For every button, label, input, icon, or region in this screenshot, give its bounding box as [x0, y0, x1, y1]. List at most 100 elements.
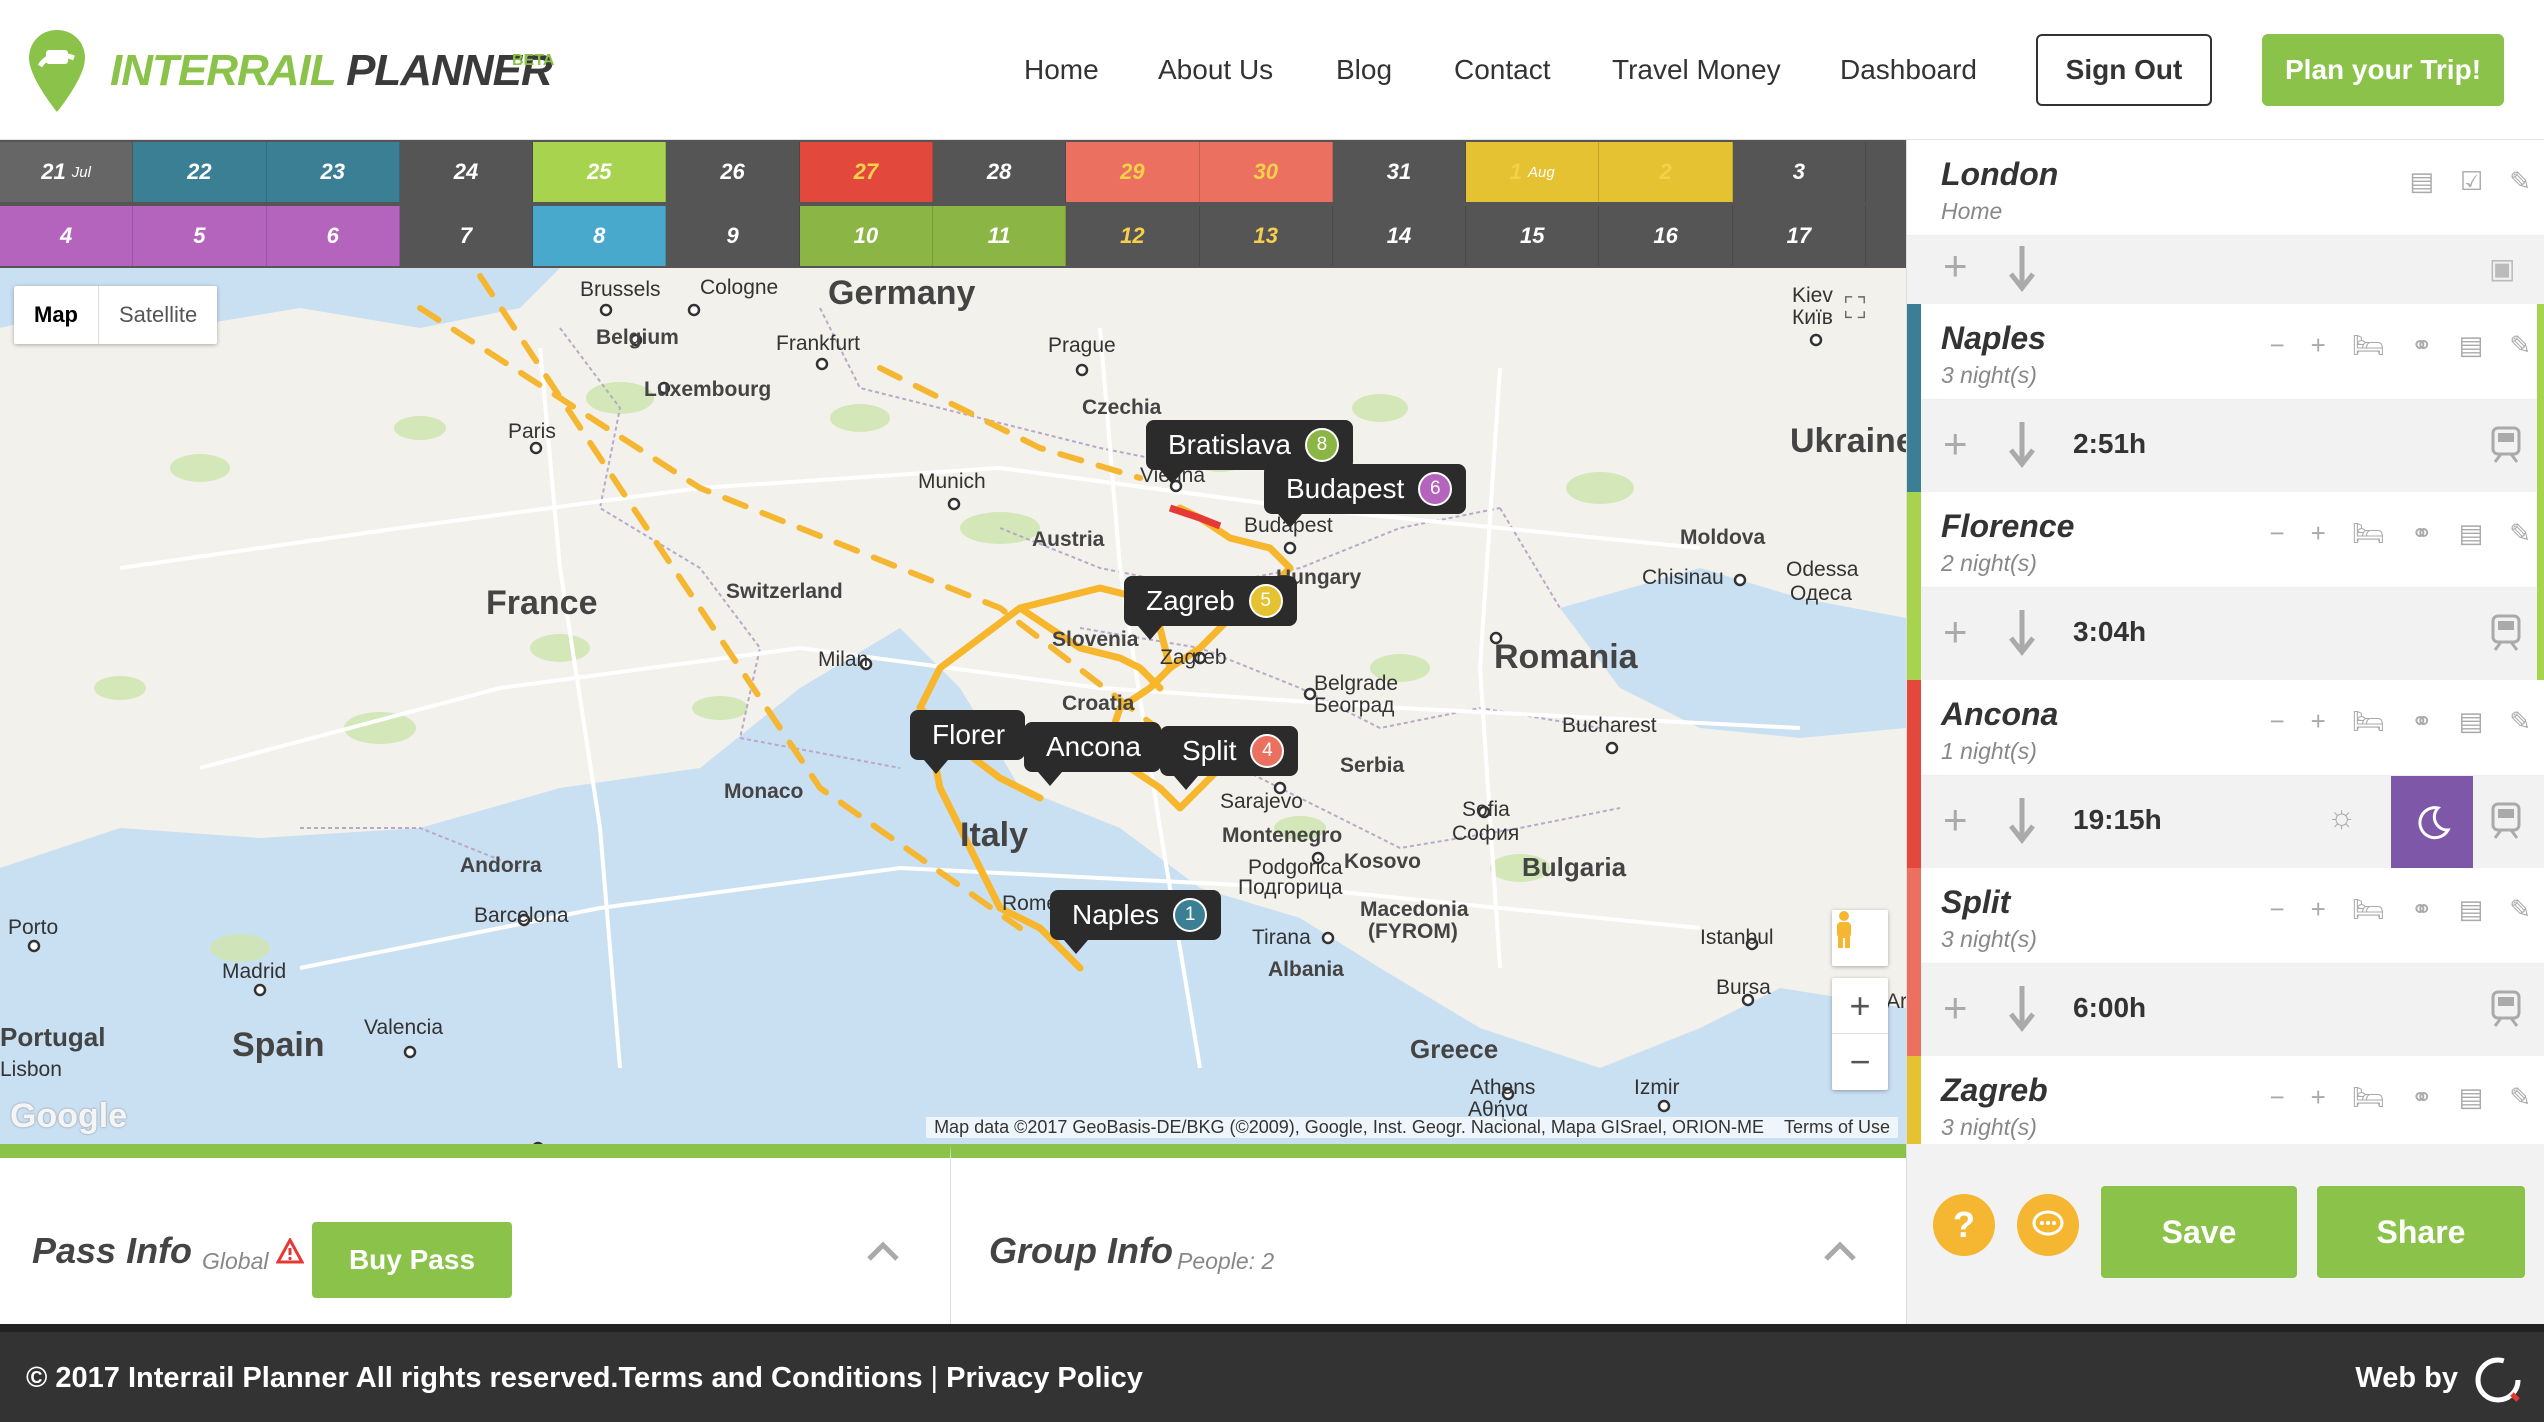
- calendar-day-10[interactable]: 10: [799, 206, 933, 266]
- plan-trip-button[interactable]: Plan your Trip!: [2262, 34, 2504, 106]
- nav-home[interactable]: Home: [1024, 54, 1099, 86]
- edit-pencil-icon[interactable]: ✎: [2509, 706, 2531, 737]
- notes-icon[interactable]: ▤: [2459, 894, 2484, 925]
- calendar-day-15[interactable]: 15: [1466, 206, 1600, 266]
- minus-night-button[interactable]: −: [2269, 706, 2284, 737]
- bed-icon[interactable]: 🛏: [2352, 894, 2385, 925]
- plus-night-button[interactable]: +: [2311, 518, 2326, 549]
- binoculars-icon[interactable]: ⚭: [2411, 1082, 2433, 1113]
- calendar-day-5[interactable]: 5: [133, 206, 267, 266]
- nav-about-us[interactable]: About Us: [1158, 54, 1273, 86]
- city-pin-naples[interactable]: Naples 1: [1050, 890, 1222, 954]
- calendar-day-14[interactable]: 14: [1332, 206, 1467, 266]
- calendar-day-26[interactable]: 26: [666, 142, 800, 202]
- nav-dashboard[interactable]: Dashboard: [1840, 54, 1977, 86]
- edit-pencil-icon[interactable]: ✎: [2509, 894, 2531, 925]
- calendar-day-2[interactable]: 2: [1599, 142, 1733, 202]
- notes-icon[interactable]: ▤: [2459, 518, 2484, 549]
- logo[interactable]: INTERRAIL PLANNER BETA: [26, 28, 626, 118]
- edit-pencil-icon[interactable]: ✎: [2509, 1082, 2531, 1113]
- calendar-check-icon[interactable]: ☑: [2460, 166, 2483, 197]
- calendar-day-28[interactable]: 28: [933, 142, 1067, 202]
- calendar-day-17[interactable]: 17: [1732, 206, 1866, 266]
- add-stop-button[interactable]: +: [1943, 608, 1968, 656]
- street-view-pegman-icon[interactable]: [1832, 910, 1888, 966]
- terms-link[interactable]: Terms and Conditions: [619, 1362, 923, 1394]
- buy-pass-button[interactable]: Buy Pass: [312, 1222, 512, 1298]
- moon-night-travel-icon[interactable]: [2391, 776, 2473, 868]
- calendar-day-9[interactable]: 9: [666, 206, 800, 266]
- calendar-day-7[interactable]: 7: [399, 206, 534, 266]
- calendar-day-22[interactable]: 22: [133, 142, 267, 202]
- chevron-up-icon[interactable]: [1823, 1240, 1857, 1262]
- binoculars-icon[interactable]: ⚭: [2411, 894, 2433, 925]
- train-icon[interactable]: [2489, 990, 2523, 1028]
- calendar-day-11[interactable]: 11: [933, 206, 1067, 266]
- edit-pencil-icon[interactable]: ✎: [2509, 330, 2531, 361]
- add-stop-button[interactable]: +: [1943, 242, 1968, 290]
- sun-day-travel-icon[interactable]: ☼: [2327, 798, 2356, 835]
- binoculars-icon[interactable]: ⚭: [2411, 330, 2433, 361]
- nav-contact[interactable]: Contact: [1454, 54, 1551, 86]
- calendar-day-1[interactable]: 1 Aug: [1466, 142, 1600, 202]
- chevron-up-icon[interactable]: [866, 1240, 900, 1262]
- train-icon[interactable]: [2489, 802, 2523, 840]
- nav-travel-money[interactable]: Travel Money: [1612, 54, 1781, 86]
- map-type-map[interactable]: Map: [14, 286, 99, 344]
- calendar-day-13[interactable]: 13: [1199, 206, 1333, 266]
- city-pin-split[interactable]: Split 4: [1160, 726, 1299, 790]
- save-button[interactable]: Save: [2101, 1186, 2297, 1278]
- notes-icon[interactable]: ▤: [2409, 166, 2434, 197]
- notes-icon[interactable]: ▤: [2459, 330, 2484, 361]
- notes-icon[interactable]: ▤: [2459, 1082, 2484, 1113]
- fullscreen-icon[interactable]: ⛶: [1830, 284, 1880, 334]
- calendar-day-16[interactable]: 16: [1599, 206, 1733, 266]
- agency-logo-icon[interactable]: [2472, 1354, 2524, 1406]
- plus-night-button[interactable]: +: [2311, 894, 2326, 925]
- calendar-day-21[interactable]: 21 Jul: [0, 142, 134, 202]
- itinerary-stop-split[interactable]: Split 3 night(s) − + 🛏 ⚭ ▤ ✎: [1907, 868, 2544, 964]
- itinerary-stop-london[interactable]: London Home ▤ ☑ ✎: [1907, 140, 2544, 236]
- calendar-day-29[interactable]: 29: [1066, 142, 1200, 202]
- add-stop-button[interactable]: +: [1943, 984, 1968, 1032]
- edit-pencil-icon[interactable]: ✎: [2509, 166, 2531, 197]
- calendar-day-4[interactable]: 4: [0, 206, 134, 266]
- calendar-day-12[interactable]: 12: [1066, 206, 1200, 266]
- bed-icon[interactable]: 🛏: [2352, 518, 2385, 549]
- zoom-in-button[interactable]: +: [1832, 978, 1888, 1034]
- city-pin-ancona[interactable]: Ancona: [1024, 722, 1161, 786]
- city-pin-bratislava[interactable]: Bratislava 8: [1146, 420, 1353, 484]
- nav-blog[interactable]: Blog: [1336, 54, 1392, 86]
- add-stop-button[interactable]: +: [1943, 796, 1968, 844]
- minus-night-button[interactable]: −: [2269, 330, 2284, 361]
- bed-icon[interactable]: 🛏: [2352, 1082, 2385, 1113]
- luggage-icon[interactable]: ▣: [2489, 252, 2523, 290]
- plus-night-button[interactable]: +: [2311, 330, 2326, 361]
- share-button[interactable]: Share: [2317, 1186, 2525, 1278]
- minus-night-button[interactable]: −: [2269, 518, 2284, 549]
- plus-night-button[interactable]: +: [2311, 706, 2326, 737]
- binoculars-icon[interactable]: ⚭: [2411, 706, 2433, 737]
- edit-pencil-icon[interactable]: ✎: [2509, 518, 2531, 549]
- zoom-out-button[interactable]: −: [1832, 1034, 1888, 1090]
- plus-night-button[interactable]: +: [2311, 1082, 2326, 1113]
- calendar-day-24[interactable]: 24: [399, 142, 534, 202]
- calendar-day-23[interactable]: 23: [266, 142, 400, 202]
- calendar-day-25[interactable]: 25: [533, 142, 667, 202]
- sign-out-button[interactable]: Sign Out: [2036, 34, 2212, 106]
- route-map[interactable]: Map Satellite Brussels Cologne Germany B…: [0, 268, 1906, 1144]
- calendar-day-8[interactable]: 8: [533, 206, 667, 266]
- map-type-satellite[interactable]: Satellite: [99, 286, 217, 344]
- calendar-day-27[interactable]: 27: [799, 142, 933, 202]
- city-pin-zagreb[interactable]: Zagreb 5: [1124, 576, 1297, 640]
- terms-of-use-link[interactable]: Terms of Use: [1784, 1117, 1890, 1137]
- notes-icon[interactable]: ▤: [2459, 706, 2484, 737]
- city-pin-florence[interactable]: Florer: [910, 710, 1026, 774]
- calendar-day-6[interactable]: 6: [266, 206, 400, 266]
- itinerary-stop-zagreb[interactable]: Zagreb 3 night(s) − + 🛏 ⚭ ▤ ✎: [1907, 1056, 2544, 1144]
- add-stop-button[interactable]: +: [1943, 420, 1968, 468]
- city-pin-budapest[interactable]: Budapest 6: [1264, 464, 1467, 528]
- binoculars-icon[interactable]: ⚭: [2411, 518, 2433, 549]
- calendar-day-3[interactable]: 3: [1732, 142, 1866, 202]
- privacy-policy-link[interactable]: Privacy Policy: [946, 1362, 1143, 1394]
